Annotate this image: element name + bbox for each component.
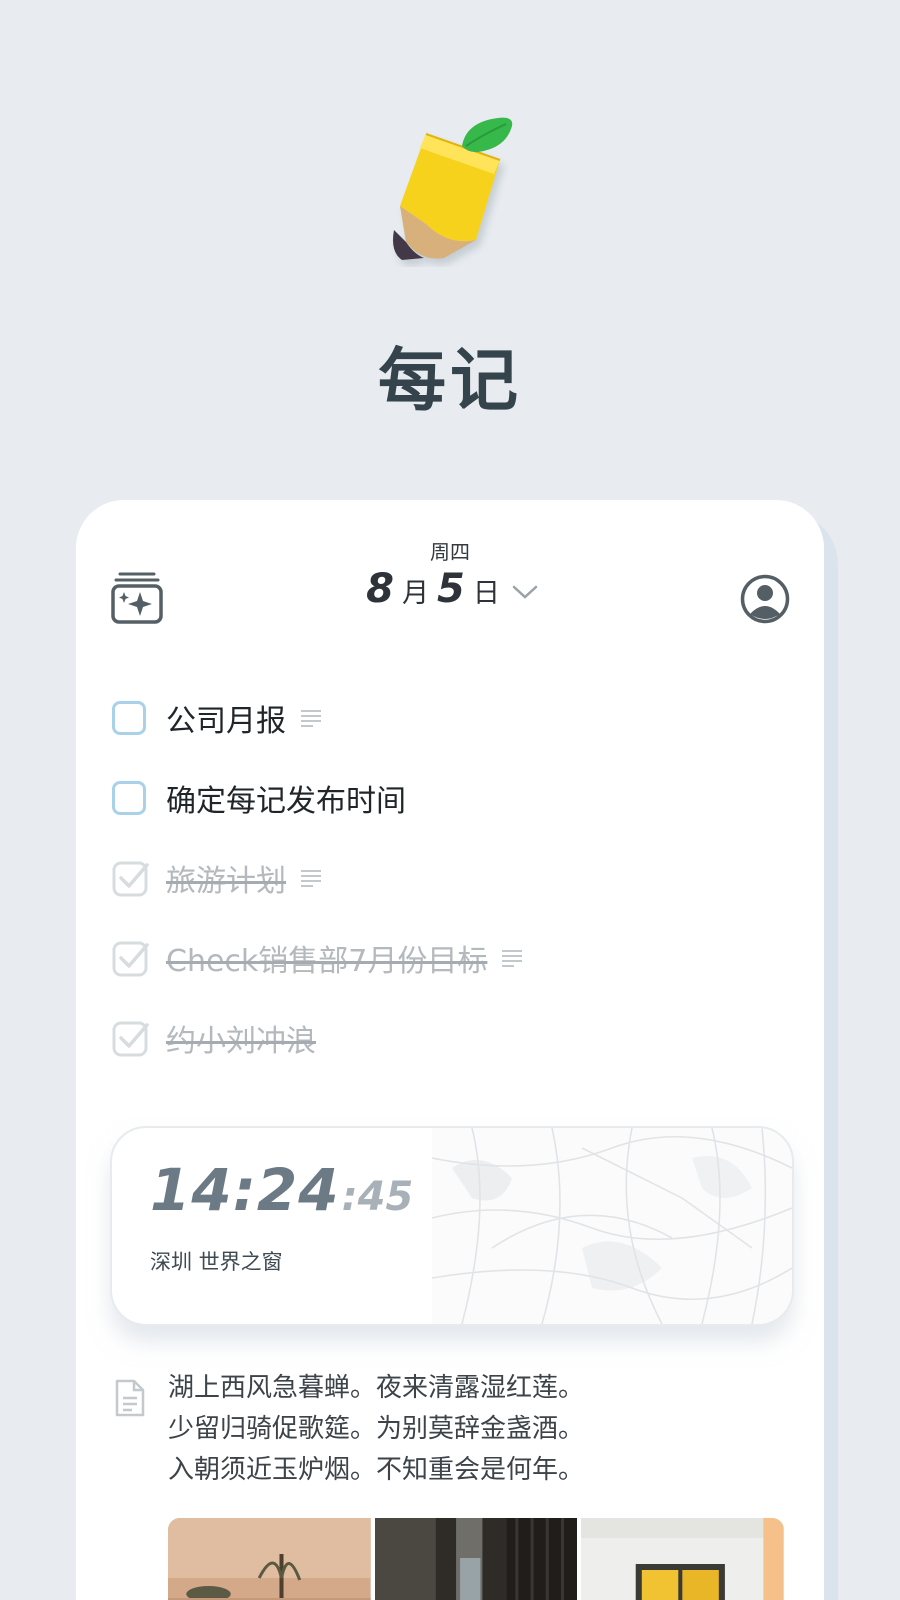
task-label: 旅游计划 [166,864,286,899]
main-card: 周四 8 月 5 日 公司月报 确定每记发布时间 旅游计划 Check销售部7月… [76,500,824,1600]
date-selector[interactable]: 8 月 5 日 [76,566,824,618]
user-profile-icon[interactable] [740,574,790,624]
photo-thumbnail[interactable] [581,1518,784,1600]
month-unit: 月 [402,578,429,609]
map-background-image [432,1128,792,1324]
clock-location: 深圳 世界之窗 [150,1250,283,1274]
app-title: 每记 [377,342,522,421]
task-label: 约小刘冲浪 [166,1024,316,1059]
note-lines-icon [301,870,321,887]
task-label: Check销售部7月份目标 [166,944,488,979]
day-unit: 日 [472,578,500,609]
task-checkbox[interactable] [112,701,146,735]
photo-thumbnail[interactable] [374,1518,578,1600]
clock-time: 14:24 :45 [150,1156,413,1224]
journal-line: 入朝须近玉炉烟。不知重会是何年。 [168,1455,585,1485]
task-checkbox[interactable] [112,781,146,815]
month-number: 8 [366,566,394,612]
weekday-label: 周四 [430,540,470,564]
journal-line: 湖上西风急暮蝉。夜来清露湿红莲。 [168,1373,585,1403]
chevron-down-icon [512,585,538,599]
note-lines-icon [502,950,523,967]
photo-strip [168,1518,784,1600]
day-number: 5 [437,566,465,612]
task-item[interactable]: 公司月报 [112,696,322,740]
app-screen: 每记 周四 8 月 5 日 公司月报 确定每记发布时间 旅游计划 Check销售… [0,0,900,1600]
journal-entry[interactable]: 湖上西风急暮蝉。夜来清露湿红莲。 少留归骑促歌筵。为别莫辞金盏酒。 入朝须近玉炉… [168,1368,584,1491]
photo-thumbnail[interactable] [168,1518,371,1600]
clock-seconds: :45 [341,1174,414,1220]
task-item[interactable]: 确定每记发布时间 [112,776,406,820]
checked-checkbox-icon[interactable] [112,859,150,897]
checked-checkbox-icon[interactable] [112,1019,150,1057]
clock-widget[interactable]: 14:24 :45 深圳 世界之窗 [110,1126,794,1326]
task-label: 公司月报 [166,704,286,739]
journal-line: 少留归骑促歌筵。为别莫辞金盏酒。 [168,1414,585,1444]
task-item-done[interactable]: 约小刘冲浪 [112,1016,316,1060]
pencil-leaf-logo-icon [393,117,513,260]
clock-hours-minutes: 14:24 [150,1156,340,1224]
task-item-done[interactable]: 旅游计划 [112,856,322,900]
document-icon [115,1379,145,1417]
note-lines-icon [301,710,321,727]
checked-checkbox-icon[interactable] [112,939,150,977]
task-item-done[interactable]: Check销售部7月份目标 [112,936,523,980]
task-label: 确定每记发布时间 [166,784,406,819]
